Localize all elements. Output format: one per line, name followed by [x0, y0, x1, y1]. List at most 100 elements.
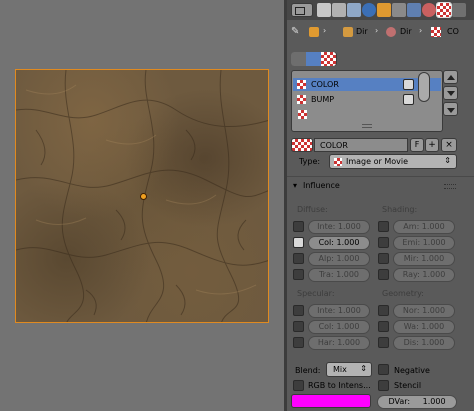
breadcrumb-arrow: ›: [375, 26, 379, 35]
dvar-label: DVar:: [388, 397, 411, 406]
arrow-up-icon: [447, 75, 455, 80]
pivot-point[interactable]: [140, 193, 147, 200]
texture-icon: [297, 80, 306, 89]
layers-tab-icon[interactable]: [332, 3, 346, 17]
specular-hardness-checkbox[interactable]: [293, 337, 304, 348]
stencil-label: Stencil: [394, 381, 422, 390]
world-tab-icon[interactable]: [362, 3, 376, 17]
arrow-down-icon: [447, 91, 455, 96]
material-context-icon[interactable]: [306, 52, 321, 66]
constraints-tab-icon[interactable]: [392, 3, 406, 17]
material-tab-icon[interactable]: [422, 3, 436, 17]
drag-handle-icon[interactable]: [444, 184, 456, 189]
pin-icon[interactable]: ✎: [291, 27, 301, 37]
unlink-button[interactable]: ×: [441, 138, 457, 152]
world-context-icon[interactable]: [291, 52, 306, 66]
crumb-2-label: Dir: [400, 27, 412, 36]
diffuse-alpha-checkbox[interactable]: [293, 253, 304, 264]
texture-datablock: COLOR F + ×: [291, 138, 461, 152]
editor-type-button[interactable]: [291, 3, 313, 17]
slot-enabled-checkbox[interactable]: [403, 94, 414, 105]
slot-name: BUMP: [311, 95, 335, 104]
texture-tab-icon[interactable]: [436, 2, 452, 18]
object-icon: [309, 27, 319, 37]
influence-title: Influence: [303, 181, 340, 190]
geometry-warp-field[interactable]: Wa: 1.000: [393, 320, 455, 334]
new-texture-button[interactable]: +: [425, 138, 439, 152]
diffuse-label: Diffuse:: [297, 205, 328, 214]
context-tabs: [317, 2, 471, 18]
rgb-to-intensity-checkbox[interactable]: [293, 380, 304, 391]
texture-color-swatch[interactable]: [291, 394, 371, 408]
cube-icon: [343, 27, 353, 37]
rgb-to-intensity-label: RGB to Intens...: [308, 381, 371, 390]
image-viewport[interactable]: [0, 0, 284, 411]
slot-enabled-checkbox[interactable]: [403, 79, 414, 90]
resize-grip-icon[interactable]: [362, 124, 372, 128]
dir-light-icon: [386, 27, 396, 37]
diffuse-intensity-field[interactable]: Inte: 1.000: [308, 220, 370, 234]
shading-ray-field[interactable]: Ray: 1.000: [393, 268, 455, 282]
specular-intensity-field[interactable]: Inte: 1.000: [308, 304, 370, 318]
geometry-label: Geometry:: [382, 289, 425, 298]
texture-icon: [298, 110, 307, 119]
chevron-updown-icon: ⇕: [444, 156, 451, 165]
shading-mirror-checkbox[interactable]: [378, 253, 389, 264]
particles-tab-icon[interactable]: [452, 3, 466, 17]
properties-panel: ✎ › Dir › Dir › CO COLOR BUMP COLOR F + …: [287, 0, 474, 411]
diffuse-translucency-checkbox[interactable]: [293, 269, 304, 280]
geometry-warp-checkbox[interactable]: [378, 321, 389, 332]
move-up-button[interactable]: [443, 70, 458, 84]
divider: [287, 176, 474, 177]
texture-name-field[interactable]: COLOR: [314, 138, 408, 152]
move-down-button[interactable]: [443, 86, 458, 100]
specular-intensity-checkbox[interactable]: [293, 305, 304, 316]
geometry-displace-field[interactable]: Dis: 1.000: [393, 336, 455, 350]
dvar-field[interactable]: DVar: 1.000: [377, 395, 457, 409]
breadcrumb: ✎ › Dir › Dir › CO: [291, 24, 471, 40]
slot-name: COLOR: [311, 80, 339, 89]
shading-ray-checkbox[interactable]: [378, 269, 389, 280]
list-scrollbar[interactable]: [418, 72, 430, 102]
geometry-normal-field[interactable]: Nor: 1.000: [393, 304, 455, 318]
browse-texture-button[interactable]: [291, 138, 313, 152]
blend-dropdown[interactable]: Mix ⇕: [326, 362, 372, 377]
specular-color-field[interactable]: Col: 1.000: [308, 320, 370, 334]
fake-user-button[interactable]: F: [410, 138, 424, 152]
texture-name: COLOR: [320, 141, 348, 150]
shading-emit-field[interactable]: Emi: 1.000: [393, 236, 455, 250]
specials-menu-button[interactable]: [443, 102, 458, 116]
chevron-updown-icon: ⇕: [360, 364, 367, 373]
geometry-displace-checkbox[interactable]: [378, 337, 389, 348]
texture-icon: [431, 27, 441, 37]
diffuse-intensity-checkbox[interactable]: [293, 221, 304, 232]
shading-ambient-field[interactable]: Am: 1.000: [393, 220, 455, 234]
modifiers-tab-icon[interactable]: [407, 3, 421, 17]
blend-value: Mix: [333, 365, 347, 374]
texture-icon: [297, 95, 306, 104]
stencil-checkbox[interactable]: [378, 380, 389, 391]
shading-emit-checkbox[interactable]: [378, 237, 389, 248]
negative-checkbox[interactable]: [378, 364, 389, 375]
chevron-down-icon: [447, 108, 455, 113]
diffuse-alpha-field[interactable]: Alp: 1.000: [308, 252, 370, 266]
triangle-down-icon: ▾: [293, 181, 298, 190]
shading-ambient-checkbox[interactable]: [378, 221, 389, 232]
crumb-1-label: Dir: [356, 27, 368, 36]
specular-color-checkbox[interactable]: [293, 321, 304, 332]
diffuse-color-checkbox[interactable]: [293, 237, 304, 248]
diffuse-translucency-field[interactable]: Tra: 1.000: [308, 268, 370, 282]
negative-label: Negative: [394, 366, 430, 375]
object-tab-icon[interactable]: [377, 3, 391, 17]
scene-tab-icon[interactable]: [347, 3, 361, 17]
geometry-normal-checkbox[interactable]: [378, 305, 389, 316]
diffuse-color-field[interactable]: Col: 1.000: [308, 236, 370, 250]
shading-mirror-field[interactable]: Mir: 1.000: [393, 252, 455, 266]
brush-context-icon[interactable]: [321, 52, 336, 66]
type-dropdown[interactable]: Image or Movie ⇕: [329, 154, 457, 169]
influence-panel-header[interactable]: ▾ Influence: [287, 178, 474, 194]
specular-hardness-field[interactable]: Har: 1.000: [308, 336, 370, 350]
crumb-3-label: CO: [447, 27, 459, 36]
breadcrumb-arrow: ›: [323, 26, 327, 35]
render-tab-icon[interactable]: [317, 3, 331, 17]
